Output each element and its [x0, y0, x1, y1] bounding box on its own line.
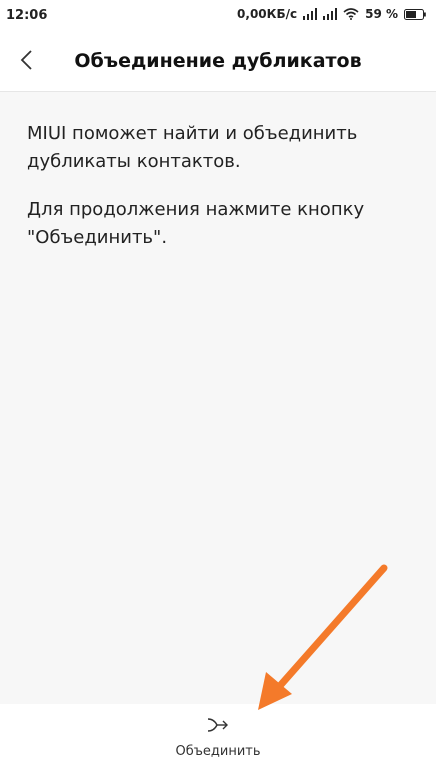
bottom-bar: Объединить — [0, 704, 436, 776]
merge-arrow-icon — [206, 716, 230, 738]
signal-icon — [323, 8, 338, 20]
status-bar: 12:06 0,00КБ/с 59 % — [0, 0, 436, 32]
screen: 12:06 0,00КБ/с 59 % Объединение дубликат… — [0, 0, 436, 776]
battery-icon — [404, 8, 426, 20]
network-speed: 0,00КБ/с — [237, 7, 298, 21]
merge-button[interactable]: Объединить — [160, 712, 276, 772]
status-icons: 0,00КБ/с 59 % — [237, 7, 426, 21]
merge-label: Объединить — [175, 744, 261, 759]
content-area: MIUI поможет найти и объединить дубликат… — [0, 92, 436, 704]
header: Объединение дубликатов — [0, 32, 436, 92]
battery-percent: 59 % — [365, 7, 398, 21]
description-text: MIUI поможет найти и объединить дубликат… — [27, 123, 358, 172]
signal-icon — [303, 8, 318, 20]
wifi-icon — [343, 8, 359, 20]
page-title: Объединение дубликатов — [74, 50, 362, 72]
instruction-text: Для продолжения нажмите кнопку "Объедини… — [27, 199, 365, 248]
status-time: 12:06 — [6, 8, 48, 23]
